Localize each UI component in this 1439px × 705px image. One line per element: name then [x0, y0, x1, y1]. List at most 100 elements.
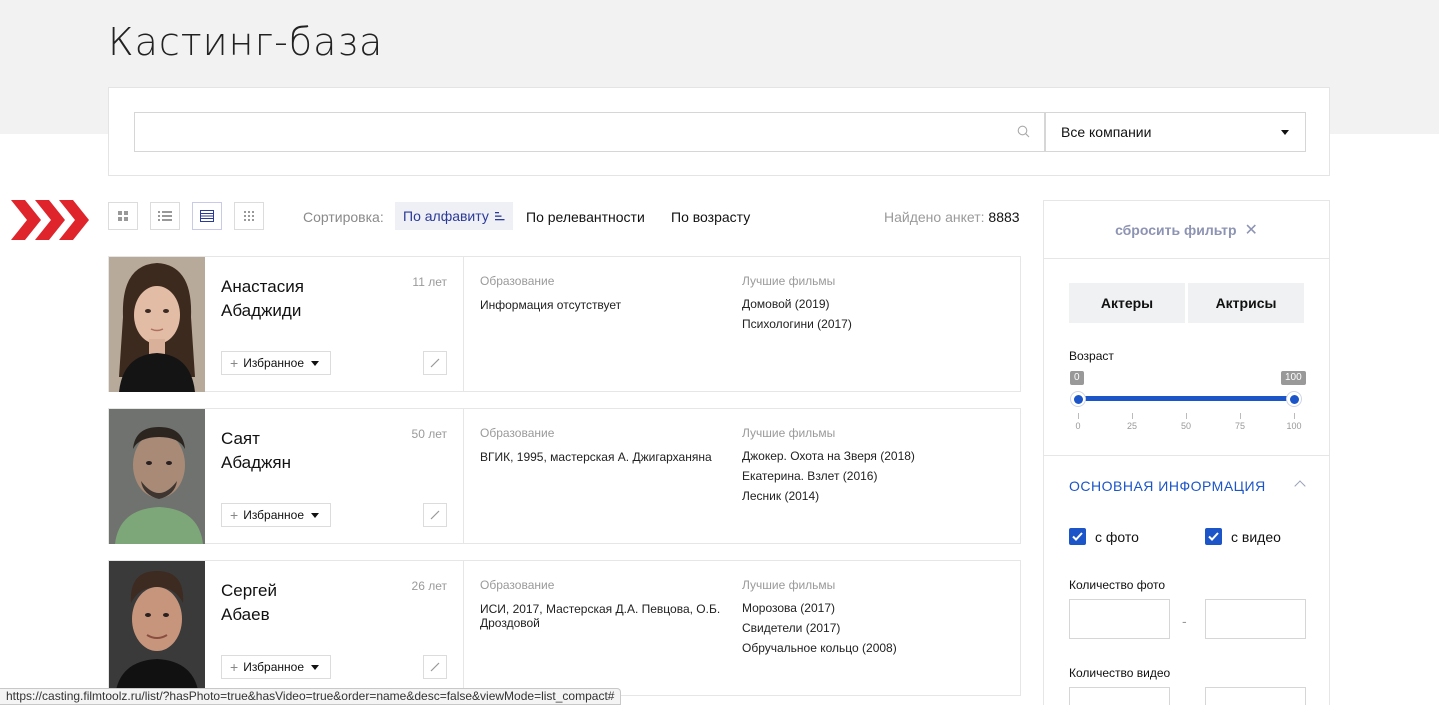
slider-tick	[1186, 413, 1187, 419]
filter-divider	[1044, 455, 1329, 456]
actor-age: 50 лет	[411, 427, 447, 441]
favorites-dropdown[interactable]: + Избранное	[221, 351, 331, 375]
photo-count-min-input[interactable]	[1069, 599, 1170, 639]
gender-actors-button[interactable]: Актеры	[1069, 283, 1185, 323]
with-photo-checkbox[interactable]: с фото	[1069, 528, 1139, 545]
gender-actresses-button[interactable]: Актрисы	[1188, 283, 1304, 323]
films-list: Домовой (2019) Психологини (2017)	[742, 294, 992, 334]
education-text: ВГИК, 1995, мастерская А. Джигарханяна	[480, 450, 712, 464]
film-item: Свидетели (2017)	[742, 621, 841, 635]
company-select-value: Все компании	[1061, 124, 1152, 140]
sort-label: Сортировка:	[303, 209, 384, 225]
favorites-label: Избранное	[243, 356, 305, 370]
education-heading: Образование	[480, 578, 555, 592]
search-panel: Все компании	[108, 87, 1330, 176]
sort-ascending-icon	[494, 211, 505, 220]
plus-icon: +	[230, 659, 239, 675]
age-slider-max-handle[interactable]	[1286, 391, 1302, 407]
list-icon	[158, 211, 172, 221]
actor-name[interactable]: Анастасия Абаджиди	[221, 275, 401, 323]
found-label: Найдено анкет:	[884, 209, 985, 225]
slider-tick	[1240, 413, 1241, 419]
chevron-up-icon[interactable]	[1294, 480, 1306, 492]
favorites-dropdown[interactable]: + Избранное	[221, 655, 331, 679]
actor-card[interactable]: Саят Абаджян 50 лет + Избранное Образова…	[108, 408, 1021, 544]
found-count: Найдено анкет: 8883	[884, 209, 1020, 225]
actor-age: 26 лет	[411, 579, 447, 593]
films-list: Джокер. Охота на Зверя (2018) Екатерина.…	[742, 446, 992, 506]
view-compact-list-button[interactable]	[192, 202, 222, 230]
favorites-dropdown[interactable]: + Избранное	[221, 503, 331, 527]
actor-name[interactable]: Саят Абаджян	[221, 427, 401, 475]
browser-status-url: https://casting.filmtoolz.ru/list/?hasPh…	[0, 688, 622, 705]
search-input[interactable]	[134, 112, 1045, 152]
plus-icon: +	[230, 355, 239, 371]
filter-panel: сбросить фильтр ✕ Актеры Актрисы Возраст…	[1043, 200, 1330, 705]
card-divider	[463, 257, 464, 391]
reset-filter-button[interactable]: сбросить фильтр ✕	[1044, 201, 1329, 259]
grid-icon	[118, 211, 128, 221]
search-icon[interactable]	[1017, 125, 1030, 138]
page-title: Кастинг-база	[108, 20, 384, 64]
plus-icon: +	[230, 507, 239, 523]
favorites-label: Избранное	[243, 508, 305, 522]
company-select[interactable]: Все компании	[1045, 112, 1306, 152]
pencil-icon	[430, 662, 440, 672]
with-photo-label: с фото	[1095, 528, 1139, 545]
slider-tick	[1132, 413, 1133, 419]
slider-tick-label: 50	[1180, 421, 1191, 431]
age-slider-min-handle[interactable]	[1070, 391, 1086, 407]
sort-alphabet-label: По алфавиту	[403, 208, 489, 224]
slider-tick-label: 100	[1286, 421, 1302, 431]
actor-name[interactable]: Сергей Абаев	[221, 579, 401, 627]
film-item: Джокер. Охота на Зверя (2018)	[742, 449, 915, 463]
film-item: Обручальное кольцо (2008)	[742, 641, 897, 655]
photo-count-max-input[interactable]	[1205, 599, 1306, 639]
edit-button[interactable]	[423, 351, 447, 375]
actor-first-name: Анастасия	[221, 277, 304, 296]
found-number: 8883	[988, 209, 1020, 225]
actor-photo[interactable]	[109, 409, 205, 544]
sort-alphabet[interactable]: По алфавиту	[395, 202, 513, 230]
favorites-label: Избранное	[243, 660, 305, 674]
range-dash: -	[1182, 613, 1187, 629]
actor-card[interactable]: Анастасия Абаджиди 11 лет + Избранное Об…	[108, 256, 1021, 392]
edit-button[interactable]	[423, 655, 447, 679]
films-heading: Лучшие фильмы	[742, 578, 836, 592]
film-item: Екатерина. Взлет (2016)	[742, 469, 878, 483]
pencil-icon	[430, 358, 440, 368]
with-video-checkbox[interactable]: с видео	[1205, 528, 1281, 545]
slider-tick	[1294, 413, 1295, 419]
compact-list-icon	[200, 210, 214, 222]
age-slider-track[interactable]	[1078, 396, 1294, 401]
caret-down-icon	[1281, 130, 1289, 135]
actor-photo[interactable]	[109, 257, 205, 392]
actor-photo[interactable]	[109, 561, 205, 696]
video-count-min-input[interactable]	[1069, 687, 1170, 705]
age-min-badge: 0	[1070, 371, 1084, 385]
card-divider	[463, 561, 464, 695]
basic-info-section-toggle[interactable]: ОСНОВНАЯ ИНФОРМАЦИЯ	[1069, 478, 1266, 494]
card-divider	[463, 409, 464, 543]
video-count-label: Количество видео	[1069, 666, 1171, 680]
slider-tick-label: 0	[1075, 421, 1081, 431]
films-heading: Лучшие фильмы	[742, 274, 836, 288]
education-text: Информация отсутствует	[480, 298, 622, 312]
actor-last-name: Абаджиди	[221, 301, 302, 320]
actor-last-name: Абаев	[221, 605, 270, 624]
video-count-max-input[interactable]	[1205, 687, 1306, 705]
photo-count-label: Количество фото	[1069, 578, 1166, 592]
red-arrows-icon	[11, 200, 89, 240]
edit-button[interactable]	[423, 503, 447, 527]
actor-card[interactable]: Сергей Абаев 26 лет + Избранное Образова…	[108, 560, 1021, 696]
slider-tick-label: 75	[1234, 421, 1245, 431]
education-heading: Образование	[480, 426, 555, 440]
film-item: Психологини (2017)	[742, 317, 852, 331]
view-grid-button[interactable]	[108, 202, 138, 230]
slider-tick	[1078, 413, 1079, 419]
view-tiles-button[interactable]	[234, 202, 264, 230]
sort-age[interactable]: По возрасту	[671, 209, 750, 225]
films-heading: Лучшие фильмы	[742, 426, 836, 440]
view-list-button[interactable]	[150, 202, 180, 230]
sort-relevance[interactable]: По релевантности	[526, 209, 645, 225]
